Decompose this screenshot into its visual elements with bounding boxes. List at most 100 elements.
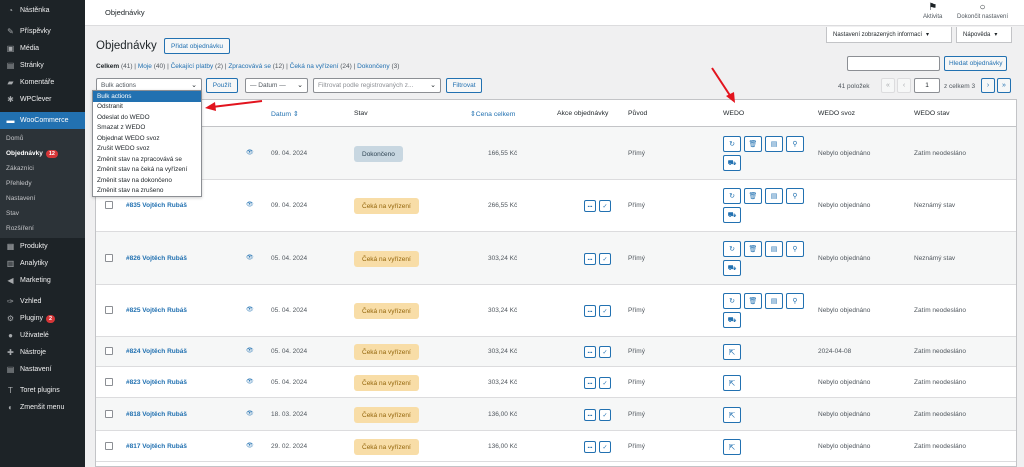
bulk-action-option[interactable]: Změnit stav na dokončeno [93, 175, 201, 186]
next-page-button[interactable]: › [981, 78, 995, 93]
row-checkbox[interactable] [105, 306, 113, 314]
sidebar-item-appearance[interactable]: ✑ Vzhled [0, 293, 85, 310]
submenu-item[interactable]: Rozšíření [0, 221, 85, 236]
preview-eye-icon[interactable]: 👁 [246, 410, 254, 417]
view-processing[interactable]: Zpracovává se [228, 63, 271, 70]
view-completed[interactable]: Dokončeny [357, 63, 390, 70]
bulk-action-option[interactable]: Odstranit [93, 102, 201, 113]
label-document-icon[interactable]: ▤ [765, 136, 783, 152]
order-link[interactable]: #824 Vojtěch Rubáš [126, 348, 187, 355]
complete-order-button[interactable]: ✓ [599, 200, 611, 212]
view-pending[interactable]: Čekající platby [171, 63, 214, 70]
customer-filter-select[interactable]: Filtrovat podle registrovaných z... ⌄ [313, 78, 441, 93]
filter-button[interactable]: Filtrovat [446, 78, 482, 93]
row-checkbox[interactable] [105, 201, 113, 209]
add-order-button[interactable]: Přidat objednávku [164, 38, 231, 54]
bulk-action-option[interactable]: Zrušit WEDO svoz [93, 144, 201, 155]
sidebar-item-wpclever[interactable]: ✱ WPClever [0, 91, 85, 108]
search-input[interactable] [847, 56, 940, 71]
trash-icon[interactable]: 🗑 [744, 188, 762, 204]
complete-order-button[interactable]: ✓ [599, 305, 611, 317]
activity-button[interactable]: ⚑ Aktivita [923, 2, 942, 20]
view-mine[interactable]: Moje [138, 63, 152, 70]
sidebar-item-comments[interactable]: ▰ Komentáře [0, 74, 85, 91]
refresh-icon[interactable]: ↻ [723, 293, 741, 309]
trash-icon[interactable]: 🗑 [744, 136, 762, 152]
preview-eye-icon[interactable]: 👁 [246, 347, 254, 354]
refresh-icon[interactable]: ↻ [723, 136, 741, 152]
send-to-wedo-icon[interactable]: ⇱ [723, 439, 741, 455]
preview-eye-icon[interactable]: 👁 [246, 201, 254, 208]
row-checkbox[interactable] [105, 442, 113, 450]
sidebar-item-plugins[interactable]: ⚙ Pluginy 2 [0, 310, 85, 327]
order-link[interactable]: #817 Vojtěch Rubáš [126, 443, 187, 450]
more-actions-button[interactable]: ••• [584, 305, 596, 317]
apply-button[interactable]: Použít [206, 78, 238, 93]
sidebar-item-products[interactable]: ▦ Produkty [0, 238, 85, 255]
preview-eye-icon[interactable]: 👁 [246, 306, 254, 313]
current-page-input[interactable]: 1 [914, 78, 940, 93]
submenu-item[interactable]: Přehledy [0, 176, 85, 191]
more-actions-button[interactable]: ••• [584, 441, 596, 453]
first-page-button[interactable]: « [881, 78, 895, 93]
bulk-action-option[interactable]: Bulk actions [93, 91, 201, 102]
truck-icon[interactable]: ⛟ [723, 260, 741, 276]
send-to-wedo-icon[interactable]: ⇱ [723, 344, 741, 360]
preview-eye-icon[interactable]: 👁 [246, 378, 254, 385]
submenu-item[interactable]: Zákazníci [0, 161, 85, 176]
bulk-action-option[interactable]: Změnit stav na zpracovává se [93, 154, 201, 165]
complete-order-button[interactable]: ✓ [599, 346, 611, 358]
more-actions-button[interactable]: ••• [584, 409, 596, 421]
complete-order-button[interactable]: ✓ [599, 441, 611, 453]
complete-order-button[interactable]: ✓ [599, 253, 611, 265]
sidebar-item-marketing[interactable]: ◀ Marketing [0, 272, 85, 289]
row-checkbox[interactable] [105, 410, 113, 418]
order-link[interactable]: #818 Vojtěch Rubáš [126, 411, 187, 418]
label-document-icon[interactable]: ▤ [765, 293, 783, 309]
view-all[interactable]: Celkem [96, 63, 119, 70]
more-actions-button[interactable]: ••• [584, 253, 596, 265]
complete-order-button[interactable]: ✓ [599, 409, 611, 421]
search-icon[interactable]: ⚲ [786, 293, 804, 309]
more-actions-button[interactable]: ••• [584, 377, 596, 389]
screen-options-button[interactable]: Nastavení zobrazených informací ▾ [826, 27, 952, 43]
bulk-action-option[interactable]: Smazat z WEDO [93, 123, 201, 134]
trash-icon[interactable]: 🗑 [744, 241, 762, 257]
submenu-item[interactable]: Objednávky 12 [0, 146, 85, 161]
order-link[interactable]: #825 Vojtěch Rubáš [126, 307, 187, 314]
bulk-action-option[interactable]: Změnit stav na zrušeno [93, 186, 201, 197]
sidebar-item-media[interactable]: ▣ Média [0, 40, 85, 57]
order-link[interactable]: #835 Vojtěch Rubáš [126, 202, 187, 209]
truck-icon[interactable]: ⛟ [723, 312, 741, 328]
more-actions-button[interactable]: ••• [584, 200, 596, 212]
sidebar-item-settings[interactable]: ▤ Nastavení [0, 361, 85, 378]
sidebar-item-analytics[interactable]: ▥ Analytiky [0, 255, 85, 272]
submenu-item[interactable]: Stav [0, 206, 85, 221]
sidebar-item-pages[interactable]: ▤ Stránky [0, 57, 85, 74]
preview-eye-icon[interactable]: 👁 [246, 254, 254, 261]
bulk-action-option[interactable]: Odeslat do WEDO [93, 112, 201, 123]
preview-eye-icon[interactable]: 👁 [246, 149, 254, 156]
row-checkbox[interactable] [105, 254, 113, 262]
label-document-icon[interactable]: ▤ [765, 241, 783, 257]
sidebar-item-pushpin[interactable]: ✎ Příspěvky [0, 23, 85, 40]
sidebar-item-tools[interactable]: ✚ Nástroje [0, 344, 85, 361]
preview-eye-icon[interactable]: 👁 [246, 442, 254, 449]
col-total[interactable]: ⇕Cena celkem [470, 110, 515, 118]
more-actions-button[interactable]: ••• [584, 346, 596, 358]
bulk-action-option[interactable]: Objednat WEDO svoz [93, 133, 201, 144]
complete-order-button[interactable]: ✓ [599, 377, 611, 389]
bulk-action-option[interactable]: Změnit stav na čeká na vyřízení [93, 165, 201, 176]
last-page-button[interactable]: » [997, 78, 1011, 93]
order-link[interactable]: #823 Vojtěch Rubáš [126, 379, 187, 386]
prev-page-button[interactable]: ‹ [897, 78, 911, 93]
refresh-icon[interactable]: ↻ [723, 188, 741, 204]
submenu-item[interactable]: Nastavení [0, 191, 85, 206]
truck-icon[interactable]: ⛟ [723, 207, 741, 223]
sidebar-item-collapse[interactable]: ◐ Zmenšit menu [0, 399, 85, 416]
search-icon[interactable]: ⚲ [786, 241, 804, 257]
trash-icon[interactable]: 🗑 [744, 293, 762, 309]
sidebar-item-users[interactable]: ● Uživatelé [0, 327, 85, 344]
row-checkbox[interactable] [105, 347, 113, 355]
truck-icon[interactable]: ⛟ [723, 155, 741, 171]
